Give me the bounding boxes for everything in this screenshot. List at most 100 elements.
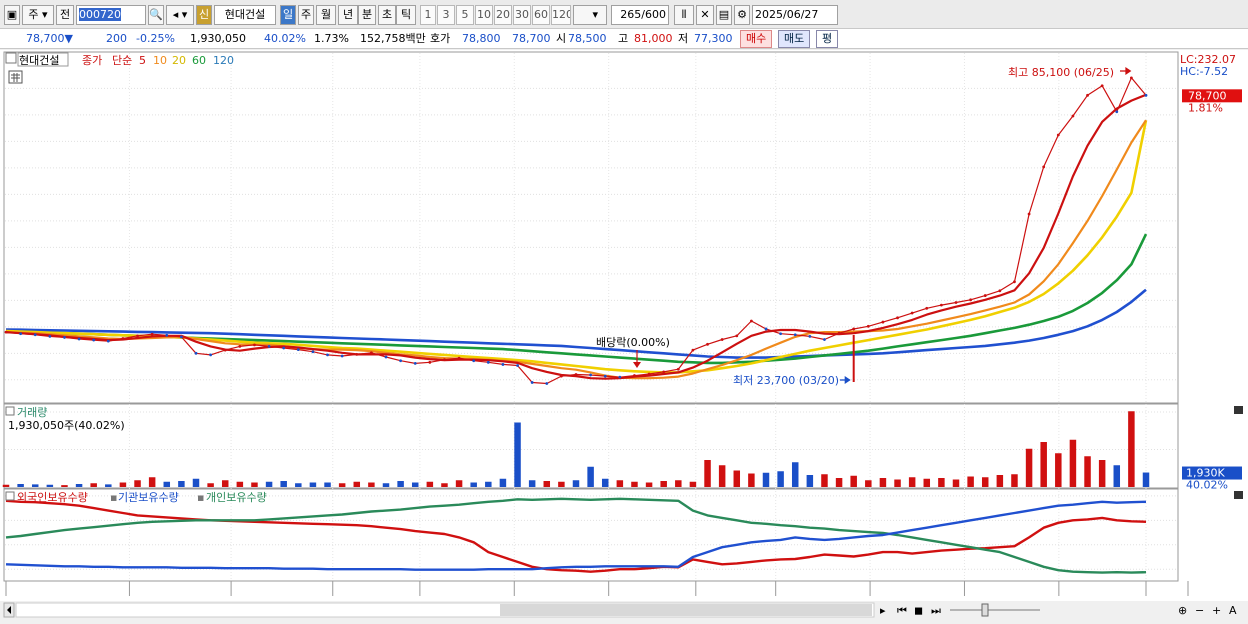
tab-year[interactable]: 년: [338, 5, 358, 25]
window-menu-icon[interactable]: ▣: [4, 5, 20, 25]
price-point: [399, 359, 403, 363]
price-point: [764, 327, 768, 331]
num-1[interactable]: 1: [420, 5, 436, 25]
prev-button[interactable]: 전: [56, 5, 74, 25]
volume-bar: [558, 481, 565, 487]
price-point: [954, 301, 958, 304]
price-point: [136, 334, 139, 338]
save-icon[interactable]: ▤: [716, 5, 732, 25]
holding-panel-icon[interactable]: [5, 491, 15, 501]
volume-bar: [207, 483, 214, 487]
price-point: [662, 370, 666, 374]
volume-bar: [865, 480, 872, 487]
price-point: [910, 311, 914, 315]
volume-bar: [485, 481, 492, 487]
scroll-control-icon: ◼: [914, 604, 923, 617]
price-point: [866, 324, 870, 328]
tool-icon: −: [1195, 604, 1204, 617]
num-5[interactable]: 5: [456, 5, 474, 25]
price-point: [194, 351, 198, 355]
table-icon[interactable]: [8, 70, 23, 84]
num-3[interactable]: 3: [437, 5, 455, 25]
price-point: [33, 333, 37, 337]
price-point: [1115, 110, 1119, 114]
volume-bar: [411, 482, 419, 487]
stock-code-input[interactable]: 000720: [76, 5, 146, 25]
search-icon[interactable]: 🔍: [148, 5, 164, 25]
num-10[interactable]: 10: [475, 5, 493, 25]
speaker-icon[interactable]: ◂ ▾: [166, 5, 194, 25]
price-point: [355, 352, 359, 356]
volume-bar: [2, 484, 10, 487]
price-point: [1027, 212, 1031, 216]
num-30[interactable]: 30: [513, 5, 531, 25]
tab-week[interactable]: 주: [298, 5, 314, 25]
chart-area: 현대건설 종가 단순 5 10 20 60 120 LC:232.07 HC:-…: [0, 50, 1248, 621]
scroll-thumb[interactable]: [500, 604, 872, 616]
low-annotation: 최저 23,700 (03/20): [733, 374, 839, 387]
custom-dropdown[interactable]: ▾: [573, 5, 607, 25]
volume-bar: [309, 482, 317, 487]
volume-bar: [1069, 439, 1077, 487]
volume-bar: [368, 482, 375, 487]
legend-ma10: 10: [153, 54, 167, 67]
volume-title: 거래량: [17, 406, 47, 419]
volume-bar: [31, 484, 39, 487]
period-select[interactable]: 주 ▾: [22, 5, 54, 25]
price-point: [749, 319, 753, 323]
price-point: [253, 343, 256, 347]
quote-bar: 78,700▼ 200 -0.25% 1,930,050 40.02% 1.73…: [0, 29, 1248, 49]
price-point: [1013, 280, 1016, 284]
price-point: [19, 332, 23, 336]
num-120[interactable]: 120: [551, 5, 571, 25]
tab-day[interactable]: 일: [280, 5, 296, 25]
volume-bar: [221, 480, 229, 487]
candle-icon[interactable]: ⫴: [674, 5, 694, 25]
price-point: [1056, 133, 1060, 137]
gear-icon[interactable]: ⚙: [734, 5, 750, 25]
volume-bar: [587, 466, 594, 487]
sell-button[interactable]: 매도: [778, 30, 811, 48]
tab-tick[interactable]: 틱: [396, 5, 416, 25]
volume-bar: [748, 473, 755, 487]
volume-value-label: 1,930,050주(40.02%): [8, 419, 125, 432]
volume-bar: [163, 481, 171, 487]
crosshair-icon[interactable]: ✕: [696, 5, 714, 25]
price-point: [165, 333, 169, 337]
price-point: [735, 334, 739, 338]
price-point: [589, 373, 593, 377]
tab-second[interactable]: 초: [378, 5, 396, 25]
price-point: [92, 338, 96, 342]
tab-month[interactable]: 월: [316, 5, 336, 25]
panel-menu-icon[interactable]: [5, 52, 17, 64]
volume-close-icon[interactable]: [1234, 406, 1243, 414]
price-point: [925, 306, 929, 310]
zoom-slider-thumb: [981, 603, 989, 617]
price-point: [808, 334, 812, 338]
legend-sep-2: ▪: [197, 491, 204, 504]
num-20[interactable]: 20: [494, 5, 512, 25]
price-point: [238, 345, 242, 348]
buy-button[interactable]: 매수: [740, 30, 773, 48]
tool-icon: A: [1229, 604, 1237, 617]
price-point: [793, 333, 797, 337]
count-field[interactable]: 265/600: [611, 5, 669, 25]
price-point: [48, 334, 52, 338]
tab-minute[interactable]: 분: [358, 5, 376, 25]
holding-close-icon[interactable]: [1234, 491, 1243, 499]
scroll-control-icon: ⏮: [897, 604, 907, 617]
num-60[interactable]: 60: [532, 5, 550, 25]
count-total: /600: [641, 8, 666, 21]
volume-bar: [821, 474, 828, 487]
volume-bar: [514, 422, 521, 487]
high-price: 81,000: [634, 32, 673, 45]
chart-svg[interactable]: 현대건설 종가 단순 5 10 20 60 120 LC:232.07 HC:-…: [0, 50, 1248, 621]
date-input[interactable]: 2025/06/27: [752, 5, 838, 25]
volume-panel-icon[interactable]: [5, 406, 15, 416]
eval-button[interactable]: 평: [816, 30, 839, 48]
price-point: [340, 354, 344, 358]
volume-bar: [46, 484, 54, 487]
price-point: [63, 336, 66, 339]
change-value: 200: [106, 32, 127, 45]
volume-bar: [981, 477, 989, 487]
